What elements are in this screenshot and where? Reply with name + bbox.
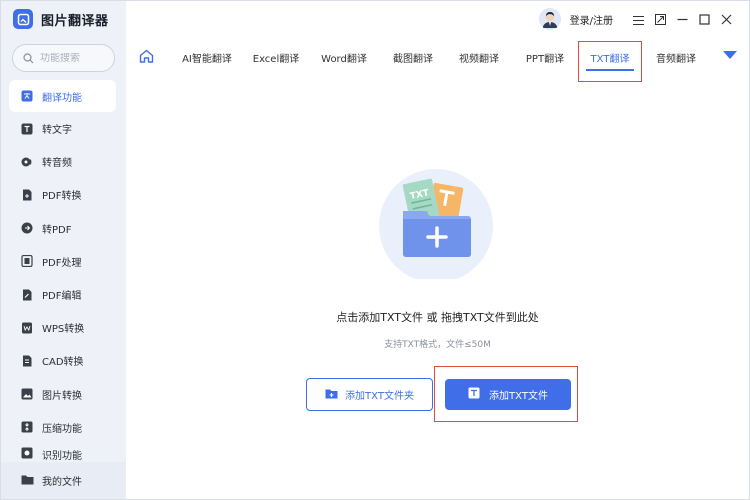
search-box[interactable] [12, 44, 115, 72]
window-header: 登录/注册 [538, 8, 737, 30]
expand-icon [654, 10, 666, 29]
sidebar-item-label: PDF转换 [42, 191, 82, 203]
tab-audio[interactable]: 音频翻译 [646, 43, 706, 71]
sidebar-item-to-text[interactable]: 转文字 [9, 112, 116, 145]
menu-icon [632, 10, 644, 29]
sidebar-item-label: 转文字 [42, 125, 72, 137]
my-files-button[interactable]: 我的文件 [1, 462, 126, 499]
home-icon [139, 48, 154, 67]
sidebar-item-to-audio[interactable]: 转音频 [9, 145, 116, 178]
tab-word[interactable]: Word翻译 [312, 43, 376, 71]
folder-add-icon [325, 388, 338, 402]
drop-prompt: 点击添加TXT文件 或 拖拽TXT文件到此处 [336, 311, 539, 324]
sidebar-item-compress[interactable]: 压缩功能 [9, 411, 116, 444]
fullscreen-button[interactable] [649, 8, 671, 30]
maximize-button[interactable] [693, 8, 715, 30]
app-window: 图片翻译器 翻译功能 转文字 转音频 PDF转换 [0, 0, 750, 500]
translate-icon [21, 90, 33, 102]
sidebar-item-recognize[interactable]: 识别功能 [9, 444, 116, 462]
close-icon [721, 10, 732, 29]
minimize-icon [677, 10, 688, 29]
format-hint: 支持TXT格式，文件≤50M [384, 340, 491, 350]
feature-tabs: AI智能翻译 Excel翻译 Word翻译 截图翻译 视频翻译 PPT翻译 TX… [126, 43, 749, 71]
sidebar-item-wps[interactable]: WPS转换 [9, 311, 116, 344]
sidebar-item-label: CAD转换 [42, 357, 84, 369]
sidebar-item-pdf-edit[interactable]: PDF编辑 [9, 278, 116, 311]
tab-highlight-frame [578, 41, 642, 82]
search-input[interactable] [40, 52, 106, 64]
sidebar-item-label: PDF处理 [42, 257, 82, 269]
wps-icon [21, 322, 33, 334]
sidebar-item-label: PDF编辑 [42, 291, 82, 303]
sidebar-item-label: 转音频 [42, 158, 72, 170]
tab-screenshot[interactable]: 截图翻译 [382, 43, 444, 71]
minimize-button[interactable] [671, 8, 693, 30]
sidebar: 图片翻译器 翻译功能 转文字 转音频 PDF转换 [1, 1, 126, 499]
sidebar-item-pdf-convert[interactable]: PDF转换 [9, 178, 116, 211]
tab-ai-translate[interactable]: AI智能翻译 [170, 43, 244, 71]
close-button[interactable] [715, 8, 737, 30]
folder-icon [21, 474, 34, 488]
app-title: 图片翻译器 [41, 13, 109, 29]
sidebar-item-pdf-process[interactable]: PDF处理 [9, 245, 116, 278]
recognize-icon [21, 447, 33, 459]
cad-icon [21, 355, 33, 367]
to-pdf-icon [21, 222, 33, 234]
pdf-convert-icon [21, 189, 33, 201]
maximize-icon [698, 10, 710, 29]
file-drop-zone[interactable]: TXT 点击添加TXT文件 或 拖拽TXT文件到此处 支持TXT格式，文件≤50… [126, 83, 749, 499]
folder-illustration-icon: TXT [372, 169, 506, 283]
sidebar-item-translate[interactable]: 翻译功能 [9, 80, 116, 112]
sidebar-item-label: 图片转换 [42, 390, 82, 402]
sidebar-item-cad[interactable]: CAD转换 [9, 344, 116, 377]
tab-home[interactable] [136, 47, 156, 67]
pdf-process-icon [21, 255, 33, 268]
tab-ppt[interactable]: PPT翻译 [515, 43, 575, 71]
tab-video[interactable]: 视频翻译 [448, 43, 510, 71]
add-txt-folder-button[interactable]: 添加TXT文件夹 [306, 378, 433, 411]
avatar[interactable] [538, 8, 561, 30]
more-tabs-icon[interactable] [723, 51, 737, 59]
menu-button[interactable] [627, 8, 649, 30]
login-register-link[interactable]: 登录/注册 [570, 12, 613, 27]
sidebar-item-image[interactable]: 图片转换 [9, 378, 116, 411]
compress-icon [21, 421, 33, 433]
my-files-label: 我的文件 [42, 477, 82, 488]
sidebar-item-to-pdf[interactable]: 转PDF [9, 212, 116, 245]
sidebar-item-label: 压缩功能 [42, 423, 82, 435]
sidebar-item-label: 转PDF [42, 224, 72, 236]
sidebar-item-label: WPS转换 [42, 324, 85, 336]
tab-excel[interactable]: Excel翻译 [244, 43, 308, 71]
button-highlight-frame [434, 366, 578, 422]
pdf-edit-icon [21, 289, 33, 301]
sidebar-item-label: 识别功能 [42, 450, 82, 462]
audio-icon [21, 156, 33, 168]
search-icon [23, 49, 34, 68]
sidebar-nav: 翻译功能 转文字 转音频 PDF转换 转PDF PDF处理 PDF编辑 WPS转… [9, 80, 116, 462]
image-icon [21, 388, 33, 400]
logo-icon [13, 9, 33, 29]
app-logo: 图片翻译器 [13, 8, 109, 30]
add-folder-label: 添加TXT文件夹 [345, 391, 414, 402]
sidebar-item-label: 翻译功能 [42, 92, 82, 104]
text-icon [21, 123, 33, 135]
